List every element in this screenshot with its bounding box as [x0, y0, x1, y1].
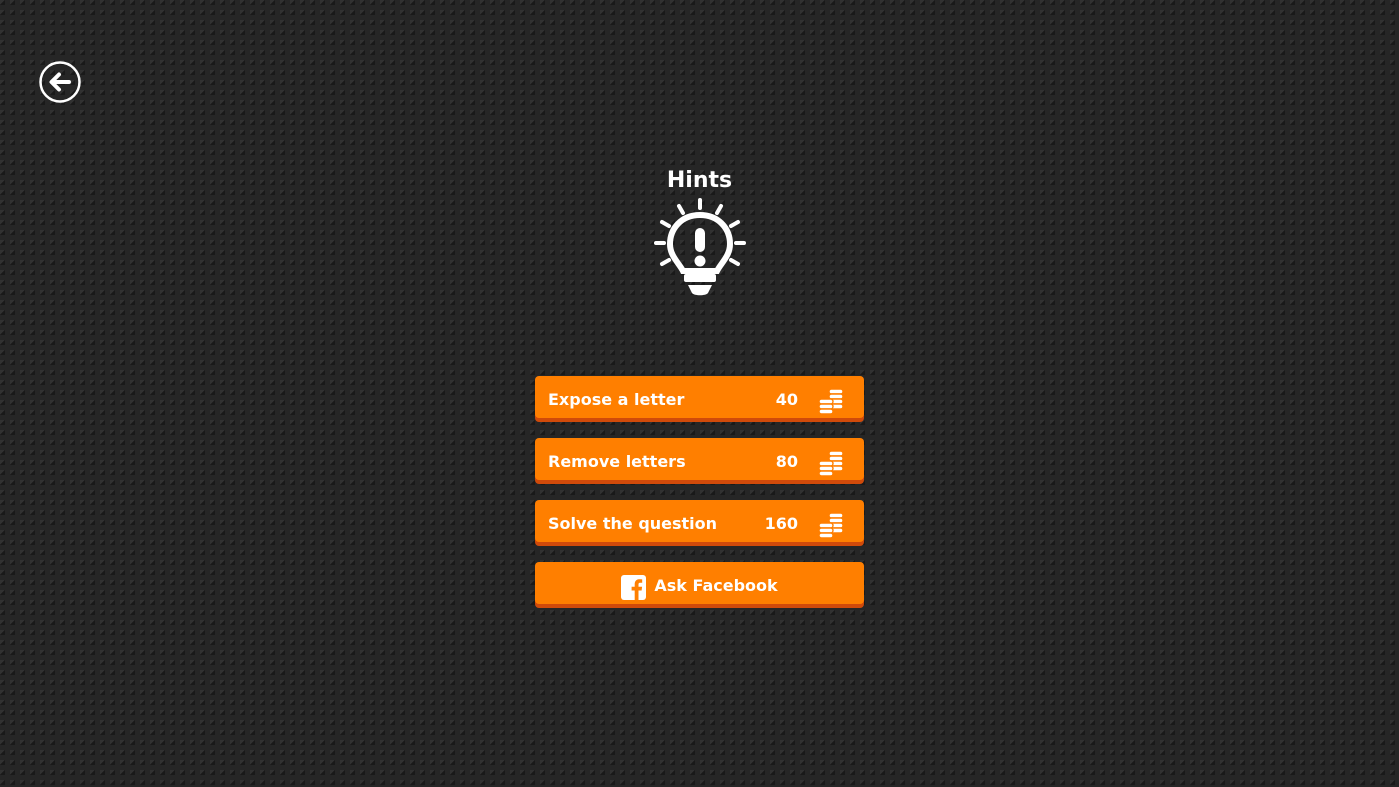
hint-label: Expose a letter — [548, 390, 685, 409]
back-arrow-icon — [39, 61, 81, 103]
lightbulb-icon — [650, 198, 750, 300]
hint-label: Remove letters — [548, 452, 686, 471]
hint-cost: 160 — [764, 514, 798, 533]
remove-letters-button[interactable]: Remove letters 80 — [535, 438, 864, 480]
hint-cost: 40 — [775, 390, 798, 409]
hint-label: Solve the question — [548, 514, 718, 533]
coins-icon — [818, 387, 844, 415]
expose-letter-button[interactable]: Expose a letter 40 — [535, 376, 864, 418]
back-button[interactable] — [39, 61, 81, 103]
page-title: Hints — [666, 168, 733, 193]
coins-icon — [818, 449, 844, 477]
ask-facebook-content: Ask Facebook — [535, 562, 864, 610]
hint-list: Expose a letter 40 Remove letters 80 Sol… — [535, 376, 864, 624]
hint-cost: 80 — [775, 452, 798, 471]
ask-facebook-button[interactable]: Ask Facebook — [535, 562, 864, 604]
ask-facebook-label: Ask Facebook — [654, 576, 778, 595]
coins-icon — [818, 511, 844, 539]
solve-question-button[interactable]: Solve the question 160 — [535, 500, 864, 542]
facebook-icon — [621, 574, 647, 600]
